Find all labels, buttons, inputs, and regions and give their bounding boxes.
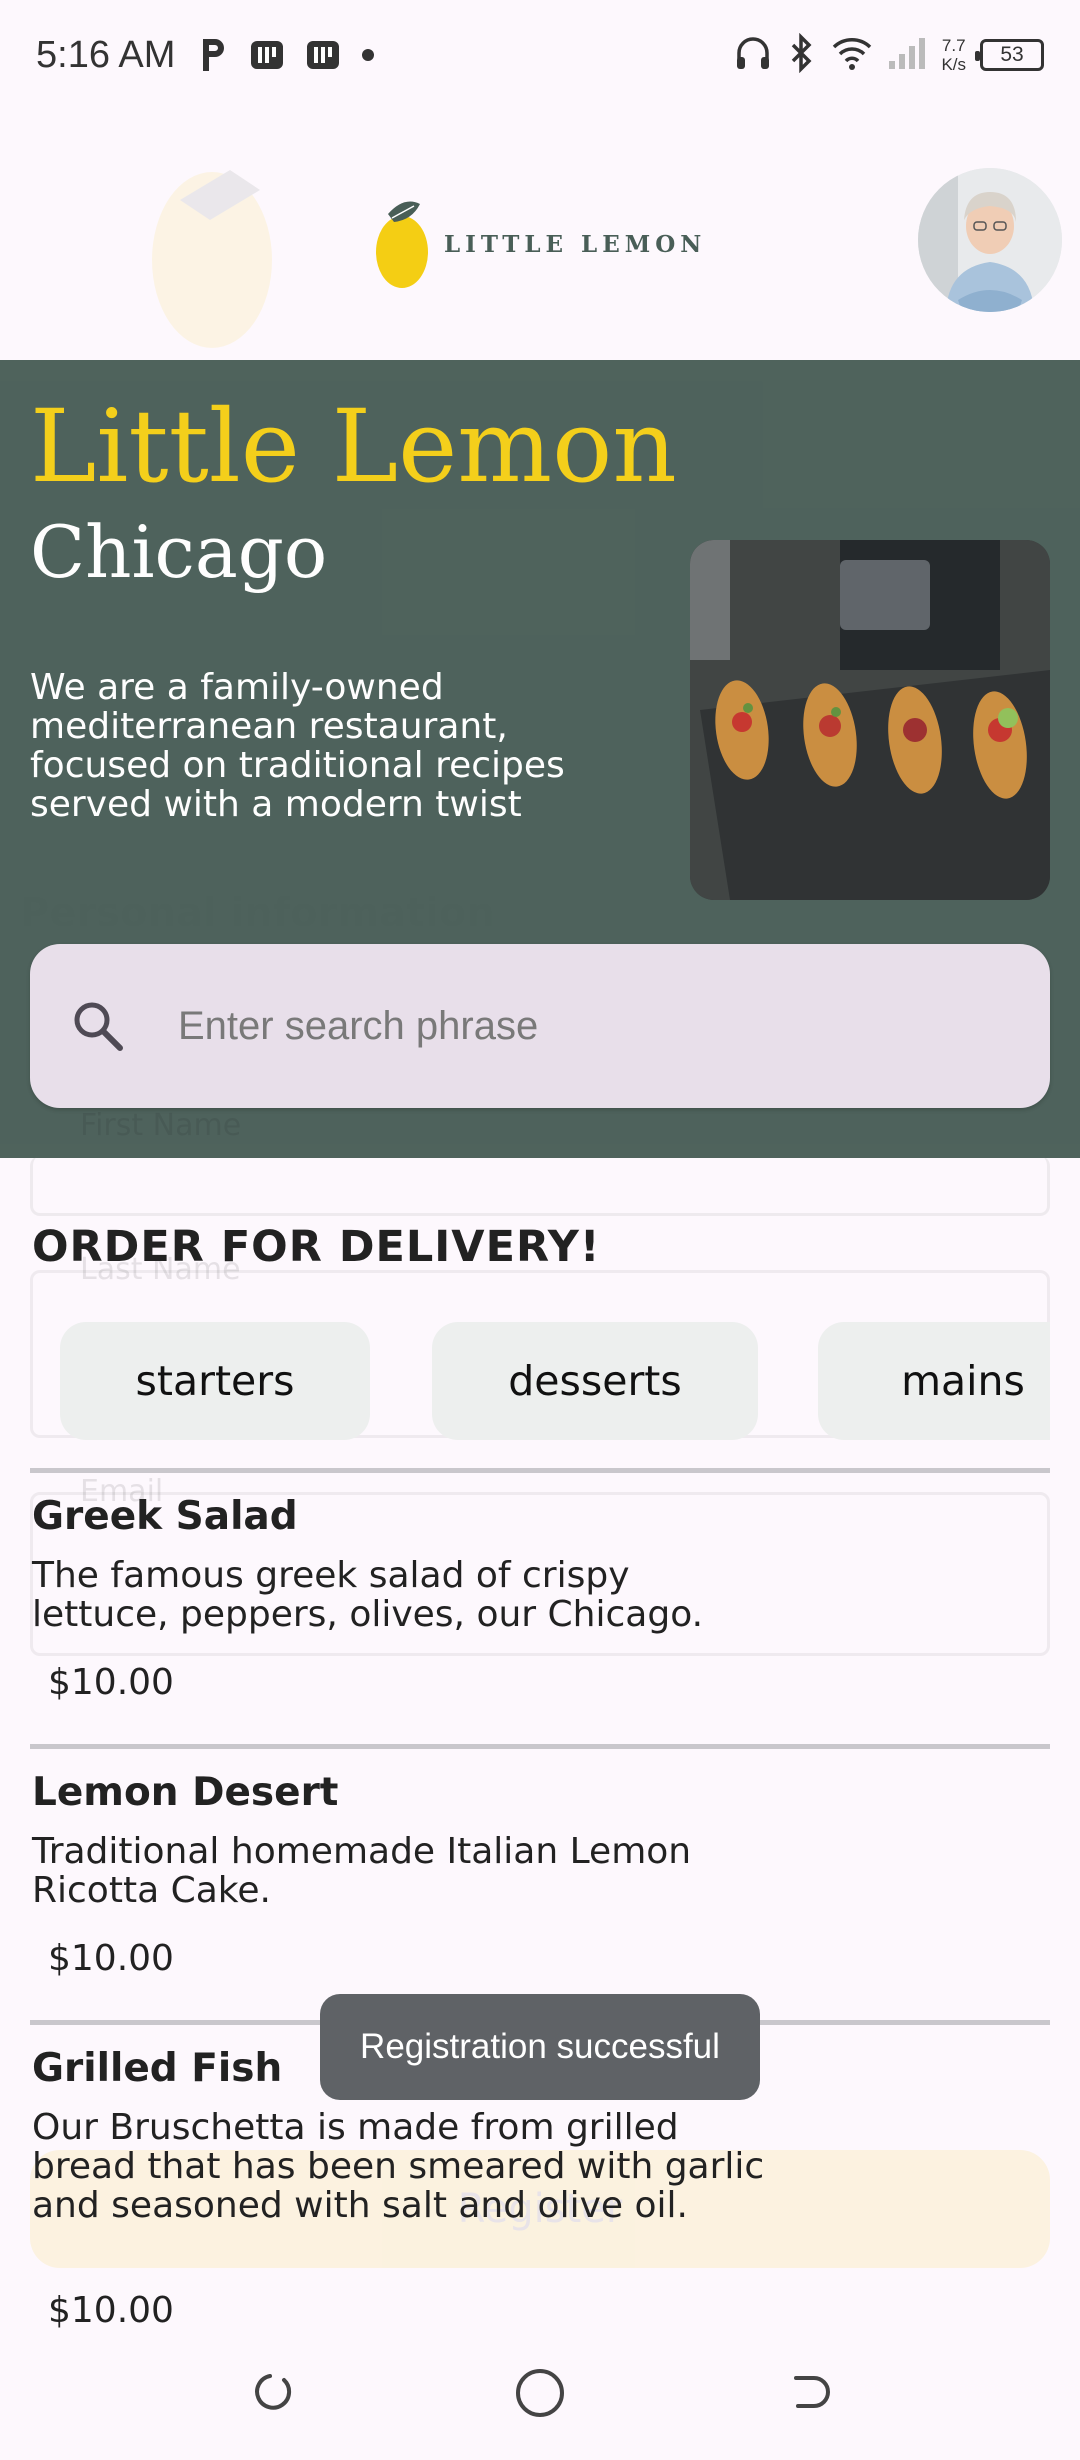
dish-price: $10.00 (48, 1938, 174, 1979)
lemon-logo-icon (374, 194, 430, 294)
back-button[interactable] (774, 2358, 844, 2428)
app-header: LITTLE LEMON (0, 110, 1080, 360)
battery-level: 53 (1000, 43, 1024, 66)
search-icon (70, 998, 126, 1054)
category-chips: starters desserts mains (60, 1322, 1050, 1440)
dish-name: Lemon Desert (32, 1770, 339, 1815)
chip-label: desserts (508, 1357, 682, 1405)
network-speed: 7.7 K/s (941, 36, 966, 74)
ghost-first-name-label: First Name (80, 1108, 242, 1143)
category-chip-desserts[interactable]: desserts (432, 1322, 758, 1440)
more-notifications-dot-icon (361, 48, 375, 62)
profile-avatar[interactable] (918, 168, 1062, 312)
home-button[interactable] (505, 2358, 575, 2428)
hero-food-image (690, 540, 1050, 900)
search-bar[interactable] (30, 944, 1050, 1108)
hero-description: We are a family-owned mediterranean rest… (30, 667, 565, 825)
dish-description: Our Bruschetta is made from grilled brea… (32, 2107, 765, 2226)
net-speed-value: 7.7 (941, 36, 966, 55)
hero-title: Little Lemon (30, 388, 677, 505)
chip-label: mains (901, 1357, 1025, 1405)
status-bar: 5:16 AM 7.7 K/s 53 (0, 0, 1080, 110)
wifi-icon (831, 35, 873, 75)
dish-price: $10.00 (48, 1662, 174, 1703)
app-notification-icon (305, 37, 341, 73)
headphones-icon (733, 33, 773, 77)
chip-label: starters (135, 1357, 295, 1405)
order-title: ORDER FOR DELIVERY! (32, 1222, 601, 1272)
net-speed-unit: K/s (941, 55, 966, 74)
logo-text: LITTLE LEMON (444, 230, 707, 258)
bluetooth-icon (787, 32, 817, 77)
ghost-first-name-field (30, 1156, 1050, 1216)
signal-icon (887, 35, 927, 75)
category-chip-starters[interactable]: starters (60, 1322, 370, 1440)
dish-name: Grilled Fish (32, 2046, 283, 2091)
battery-icon: 53 (975, 39, 1044, 71)
system-nav-bar (0, 2328, 1080, 2460)
hero-section: Little Lemon Chicago We are a family-own… (0, 360, 1080, 1158)
menu-divider (30, 1744, 1050, 1749)
ghost-section-title: Personal information (20, 890, 495, 936)
dish-description: The famous greek salad of crispy lettuce… (32, 1555, 704, 1635)
parking-app-icon (199, 37, 229, 73)
dish-price: $10.00 (48, 2290, 174, 2331)
search-input[interactable] (178, 1003, 978, 1049)
ghost-lemon-icon (150, 150, 280, 354)
hero-city: Chicago (30, 510, 328, 594)
status-time: 5:16 AM (36, 33, 176, 76)
category-chip-mains[interactable]: mains (818, 1322, 1050, 1440)
status-right: 7.7 K/s 53 (733, 0, 1044, 110)
dish-name: Greek Salad (32, 1494, 298, 1539)
logo: LITTLE LEMON (374, 194, 706, 294)
menu-divider (30, 1468, 1050, 1473)
dish-description: Traditional homemade Italian Lemon Ricot… (32, 1831, 692, 1911)
toast-message: Registration successful (320, 1994, 760, 2100)
app-notification-icon (249, 37, 285, 73)
recent-apps-button[interactable] (236, 2358, 306, 2428)
